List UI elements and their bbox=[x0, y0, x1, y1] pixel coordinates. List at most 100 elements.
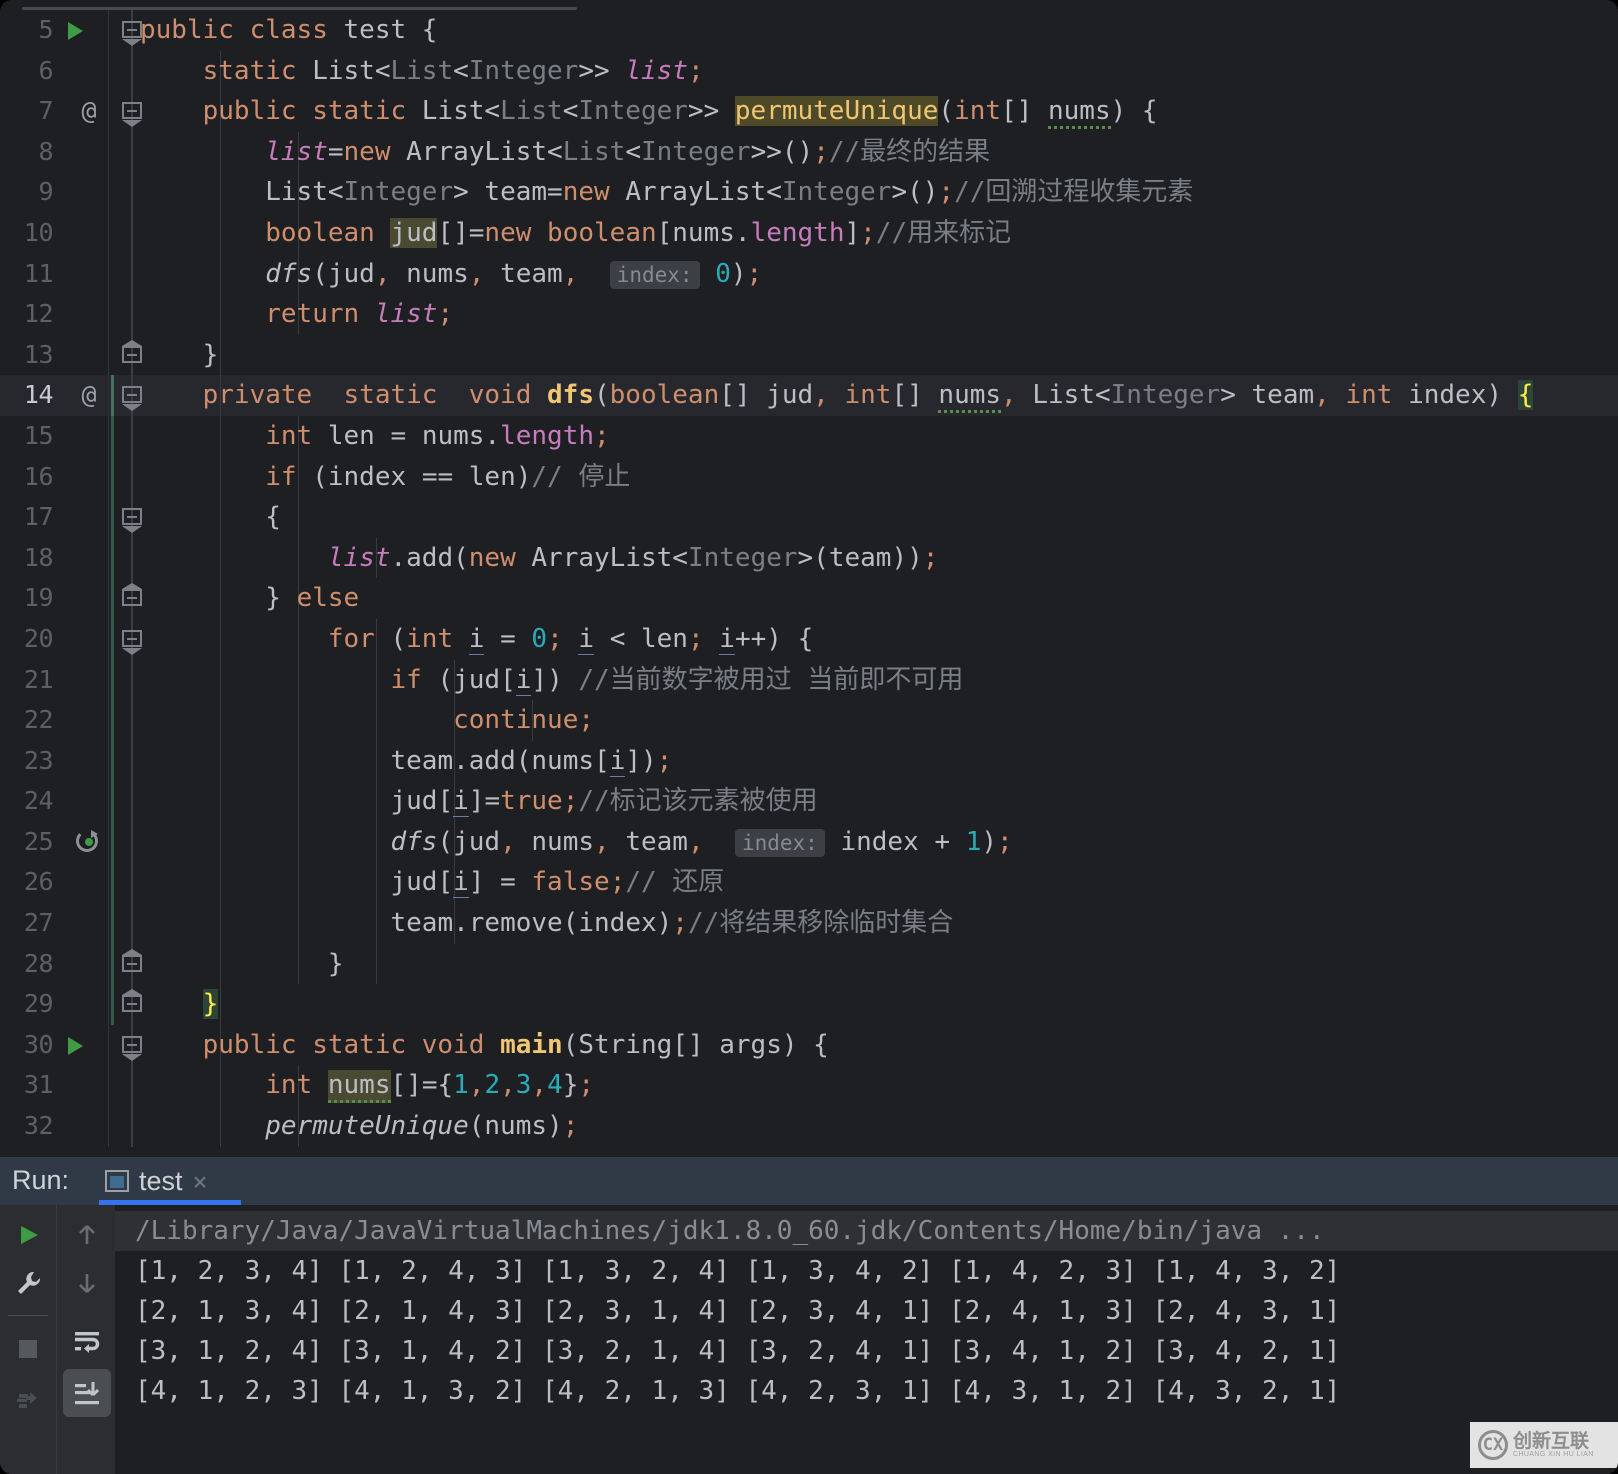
code-text[interactable]: dfs(jud, nums, team, index: 0); bbox=[140, 253, 1618, 295]
code-line[interactable]: 9 List<Integer> team=new ArrayList<Integ… bbox=[0, 172, 1618, 213]
rerun-icon[interactable] bbox=[6, 1213, 50, 1257]
code-line[interactable]: 22 continue; bbox=[0, 700, 1618, 741]
editor-gutter[interactable]: 18 bbox=[0, 537, 140, 579]
code-line[interactable]: 21 if (jud[i]) //当前数字被用过 当前即不可用 bbox=[0, 659, 1618, 701]
print-icon[interactable] bbox=[6, 1377, 50, 1421]
fold-end-icon[interactable] bbox=[122, 989, 142, 1016]
code-text[interactable]: { bbox=[140, 497, 1618, 538]
code-text[interactable]: private static void dfs(boolean[] jud, i… bbox=[140, 375, 1618, 416]
soft-wrap-icon[interactable] bbox=[65, 1319, 109, 1363]
code-line[interactable]: 5 public class test { bbox=[0, 10, 1618, 51]
recursion-gutter-icon[interactable] bbox=[76, 829, 98, 852]
code-line[interactable]: 32 permuteUnique(nums); bbox=[0, 1106, 1618, 1147]
code-text[interactable]: permuteUnique(nums); bbox=[140, 1106, 1618, 1147]
fold-expanded-icon[interactable] bbox=[122, 627, 142, 655]
code-line[interactable]: 14 @ private static void dfs(boolean[] ju… bbox=[0, 375, 1618, 416]
code-line[interactable]: 24 jud[i]=true;//标记该元素被使用 bbox=[0, 781, 1618, 822]
code-line[interactable]: 31 int nums[]={1,2,3,4}; bbox=[0, 1065, 1618, 1107]
editor-gutter[interactable]: 27 bbox=[0, 903, 140, 944]
code-text[interactable]: jud[i]=true;//标记该元素被使用 bbox=[140, 781, 1618, 822]
code-line[interactable]: 25 dfs(jud, nums, team, index: index + 1… bbox=[0, 821, 1618, 863]
wrench-icon[interactable] bbox=[6, 1261, 50, 1305]
code-text[interactable]: public static List<List<Integer>> permut… bbox=[140, 91, 1618, 132]
fold-expanded-icon[interactable] bbox=[122, 505, 142, 534]
fold-end-icon[interactable] bbox=[122, 948, 142, 976]
code-text[interactable]: for (int i = 0; i < len; i++) { bbox=[140, 618, 1618, 660]
code-line[interactable]: 10 boolean jud[]=new boolean[nums.length… bbox=[0, 212, 1618, 254]
code-line[interactable]: 16 if (index == len)// 停止 bbox=[0, 456, 1618, 498]
code-text[interactable]: boolean jud[]=new boolean[nums.length];/… bbox=[140, 212, 1618, 254]
code-text[interactable]: static List<List<Integer>> list; bbox=[140, 50, 1618, 92]
code-line[interactable]: 7 @ public static List<List<Integer>> per… bbox=[0, 91, 1618, 132]
editor-gutter[interactable]: 6 bbox=[0, 50, 140, 92]
editor-gutter[interactable]: 17 bbox=[0, 497, 142, 538]
code-line[interactable]: 29 } bbox=[0, 984, 1618, 1025]
code-text[interactable]: public static void main(String[] args) { bbox=[140, 1024, 1618, 1066]
editor-gutter[interactable]: 9 bbox=[0, 172, 140, 213]
code-text[interactable]: dfs(jud, nums, team, index: index + 1); bbox=[140, 821, 1618, 863]
editor-gutter[interactable]: 26 bbox=[0, 862, 140, 904]
fold-expanded-icon[interactable] bbox=[122, 99, 142, 128]
run-gutter-icon[interactable] bbox=[68, 22, 83, 40]
editor-gutter[interactable]: 16 bbox=[0, 456, 140, 498]
editor-gutter[interactable]: 8 bbox=[0, 131, 140, 173]
code-text[interactable]: if (index == len)// 停止 bbox=[140, 456, 1618, 498]
code-text[interactable]: public class test { bbox=[140, 10, 1618, 51]
editor-gutter[interactable]: 29 bbox=[0, 984, 142, 1025]
code-text[interactable]: jud[i] = false;// 还原 bbox=[140, 862, 1618, 904]
annotation-gutter-icon[interactable]: @ bbox=[72, 91, 106, 132]
run-tool-window[interactable]: Run: test × /Library/Java/JavaVirtualMac… bbox=[0, 1157, 1618, 1474]
editor-gutter[interactable]: 7 @ bbox=[0, 91, 142, 132]
editor-gutter[interactable]: 10 bbox=[0, 212, 140, 254]
code-text[interactable]: list=new ArrayList<List<Integer>>();//最终… bbox=[140, 131, 1618, 173]
editor-gutter[interactable]: 24 bbox=[0, 781, 140, 822]
editor-gutter[interactable]: 15 bbox=[0, 415, 140, 457]
editor-gutter[interactable]: 22 bbox=[0, 700, 140, 741]
code-line[interactable]: 26 jud[i] = false;// 还原 bbox=[0, 862, 1618, 904]
fold-expanded-icon[interactable] bbox=[122, 383, 142, 412]
fold-end-icon[interactable] bbox=[122, 339, 142, 367]
fold-end-icon[interactable] bbox=[122, 583, 142, 610]
code-line[interactable]: 19 } else bbox=[0, 578, 1618, 619]
console-output[interactable]: /Library/Java/JavaVirtualMachines/jdk1.8… bbox=[115, 1205, 1618, 1474]
code-editor[interactable]: 5 public class test {6 static List<List<I… bbox=[0, 0, 1618, 1157]
annotation-gutter-icon[interactable]: @ bbox=[72, 375, 106, 416]
code-line[interactable]: 18 list.add(new ArrayList<Integer>(team)… bbox=[0, 537, 1618, 579]
code-line[interactable]: 27 team.remove(index);//将结果移除临时集合 bbox=[0, 903, 1618, 944]
fold-expanded-icon[interactable] bbox=[122, 1033, 142, 1061]
code-line[interactable]: 30 public static void main(String[] args… bbox=[0, 1024, 1618, 1066]
code-line[interactable]: 13 } bbox=[0, 334, 1618, 376]
close-icon[interactable]: × bbox=[193, 1167, 208, 1196]
code-text[interactable]: return list; bbox=[140, 294, 1618, 335]
code-text[interactable]: } else bbox=[140, 578, 1618, 619]
editor-gutter[interactable]: 21 bbox=[0, 659, 140, 701]
editor-gutter[interactable]: 30 bbox=[0, 1024, 142, 1066]
code-line[interactable]: 11 dfs(jud, nums, team, index: 0); bbox=[0, 253, 1618, 295]
fold-expanded-icon[interactable] bbox=[122, 18, 142, 46]
editor-gutter[interactable]: 31 bbox=[0, 1065, 140, 1107]
code-line[interactable]: 6 static List<List<Integer>> list; bbox=[0, 50, 1618, 92]
run-tab-test[interactable]: test × bbox=[95, 1157, 241, 1205]
code-text[interactable]: team.add(nums[i]); bbox=[140, 740, 1618, 782]
code-text[interactable]: int len = nums.length; bbox=[140, 415, 1618, 457]
code-line[interactable]: 12 return list; bbox=[0, 294, 1618, 335]
code-line[interactable]: 17 { bbox=[0, 497, 1618, 538]
editor-gutter[interactable]: 20 bbox=[0, 618, 142, 660]
code-text[interactable]: continue; bbox=[140, 700, 1618, 741]
editor-gutter[interactable]: 14 @ bbox=[0, 375, 142, 416]
editor-gutter[interactable]: 23 bbox=[0, 740, 140, 782]
code-line[interactable]: 20 for (int i = 0; i < len; i++) { bbox=[0, 618, 1618, 660]
editor-gutter[interactable]: 19 bbox=[0, 578, 142, 619]
code-text[interactable]: team.remove(index);//将结果移除临时集合 bbox=[140, 903, 1618, 944]
scroll-to-end-icon[interactable] bbox=[63, 1369, 111, 1417]
code-line[interactable]: 23 team.add(nums[i]); bbox=[0, 740, 1618, 782]
code-text[interactable]: list.add(new ArrayList<Integer>(team)); bbox=[140, 537, 1618, 579]
code-text[interactable]: } bbox=[140, 943, 1618, 985]
stop-icon[interactable] bbox=[6, 1327, 50, 1371]
arrow-up-icon[interactable] bbox=[65, 1213, 109, 1257]
editor-gutter[interactable]: 12 bbox=[0, 294, 140, 335]
code-text[interactable]: if (jud[i]) //当前数字被用过 当前即不可用 bbox=[140, 659, 1618, 701]
editor-gutter[interactable]: 32 bbox=[0, 1106, 140, 1147]
editor-gutter[interactable]: 13 bbox=[0, 334, 142, 376]
editor-gutter[interactable]: 5 bbox=[0, 10, 142, 51]
